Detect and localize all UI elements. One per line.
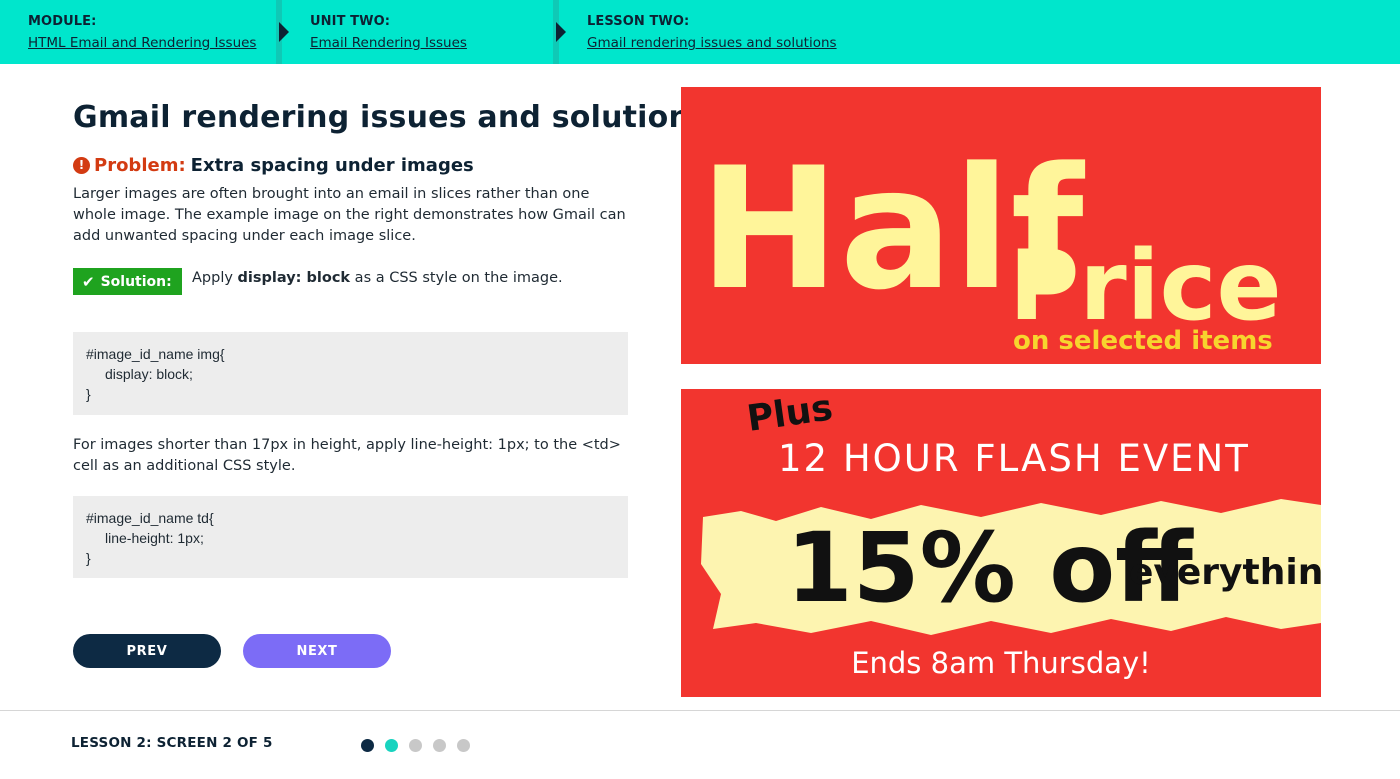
banner-selected-items-text: on selected items <box>1013 326 1273 356</box>
code-line: } <box>86 550 91 566</box>
solution-text-pre: Apply <box>192 270 238 286</box>
problem-description: Larger images are often brought into an … <box>73 186 626 244</box>
breadcrumb-unit: UNIT TWO: Email Rendering Issues <box>278 0 556 64</box>
problem-label: Problem: <box>94 155 186 176</box>
progress-dot[interactable] <box>385 739 398 752</box>
solution-text: Apply display: block as a CSS style on t… <box>192 270 563 286</box>
screen-counter: LESSON 2: SCREEN 2 OF 5 <box>71 735 273 751</box>
breadcrumb-module-key: MODULE: <box>28 14 97 29</box>
solution-text-post: as a CSS style on the image. <box>350 270 563 286</box>
flash-event-banner-art: Plus 12 HOUR FLASH EVENT 15% off everyth… <box>701 389 1321 680</box>
breadcrumb-module-link[interactable]: HTML Email and Rendering Issues <box>28 35 278 51</box>
flash-event-banner-image: Plus 12 HOUR FLASH EVENT 15% off everyth… <box>681 389 1321 697</box>
progress-dot[interactable] <box>457 739 470 752</box>
breadcrumb-module: MODULE: HTML Email and Rendering Issues <box>0 0 278 64</box>
banner-event-text: 12 HOUR FLASH EVENT <box>778 437 1250 480</box>
code-block-img: #image_id_name img{ display: block; } <box>73 332 628 415</box>
banner-plus-text: Plus <box>745 389 836 440</box>
breadcrumb-lesson: LESSON TWO: Gmail rendering issues and s… <box>556 0 1400 64</box>
chevron-right-icon <box>279 22 289 42</box>
breadcrumb-unit-key: UNIT TWO: <box>310 14 391 29</box>
line-height-description: For images shorter than 17px in height, … <box>73 437 621 474</box>
code-line: } <box>86 386 91 402</box>
breadcrumb-unit-link[interactable]: Email Rendering Issues <box>310 35 556 51</box>
page-title: Gmail rendering issues and solutions <box>73 100 709 135</box>
banner-ends-text: Ends 8am Thursday! <box>851 646 1151 680</box>
solution-badge: ✔ Solution: <box>73 268 182 295</box>
breadcrumb-lesson-link[interactable]: Gmail rendering issues and solutions <box>587 35 1400 51</box>
alert-icon: ! <box>73 157 90 174</box>
prev-button[interactable]: PREV <box>73 634 221 668</box>
solution-badge-label: Solution: <box>100 273 172 290</box>
chevron-right-icon <box>556 22 566 42</box>
breadcrumb-lesson-key: LESSON TWO: <box>587 14 690 29</box>
progress-dot[interactable] <box>409 739 422 752</box>
breadcrumb: MODULE: HTML Email and Rendering Issues … <box>0 0 1400 64</box>
problem-heading: ! Problem: Extra spacing under images <box>73 155 474 176</box>
banner-everything-text: everything <box>1129 552 1321 593</box>
code-block-td: #image_id_name td{ line-height: 1px; } <box>73 496 628 578</box>
half-price-banner-image: Half Price on selected items <box>681 87 1321 364</box>
solution-text-bold: display: block <box>237 270 351 286</box>
progress-dot[interactable] <box>361 739 374 752</box>
half-price-banner-art: Half Price on selected items <box>699 131 1282 356</box>
code-line: line-height: 1px; <box>105 530 204 546</box>
next-button[interactable]: NEXT <box>243 634 391 668</box>
progress-dot[interactable] <box>433 739 446 752</box>
code-line: display: block; <box>105 366 193 382</box>
problem-title: Extra spacing under images <box>190 155 474 176</box>
checkmark-icon: ✔ <box>82 272 95 291</box>
progress-dots <box>361 739 481 752</box>
code-line: #image_id_name img{ <box>86 346 225 362</box>
code-line: #image_id_name td{ <box>86 510 214 526</box>
footer-divider <box>0 710 1400 711</box>
